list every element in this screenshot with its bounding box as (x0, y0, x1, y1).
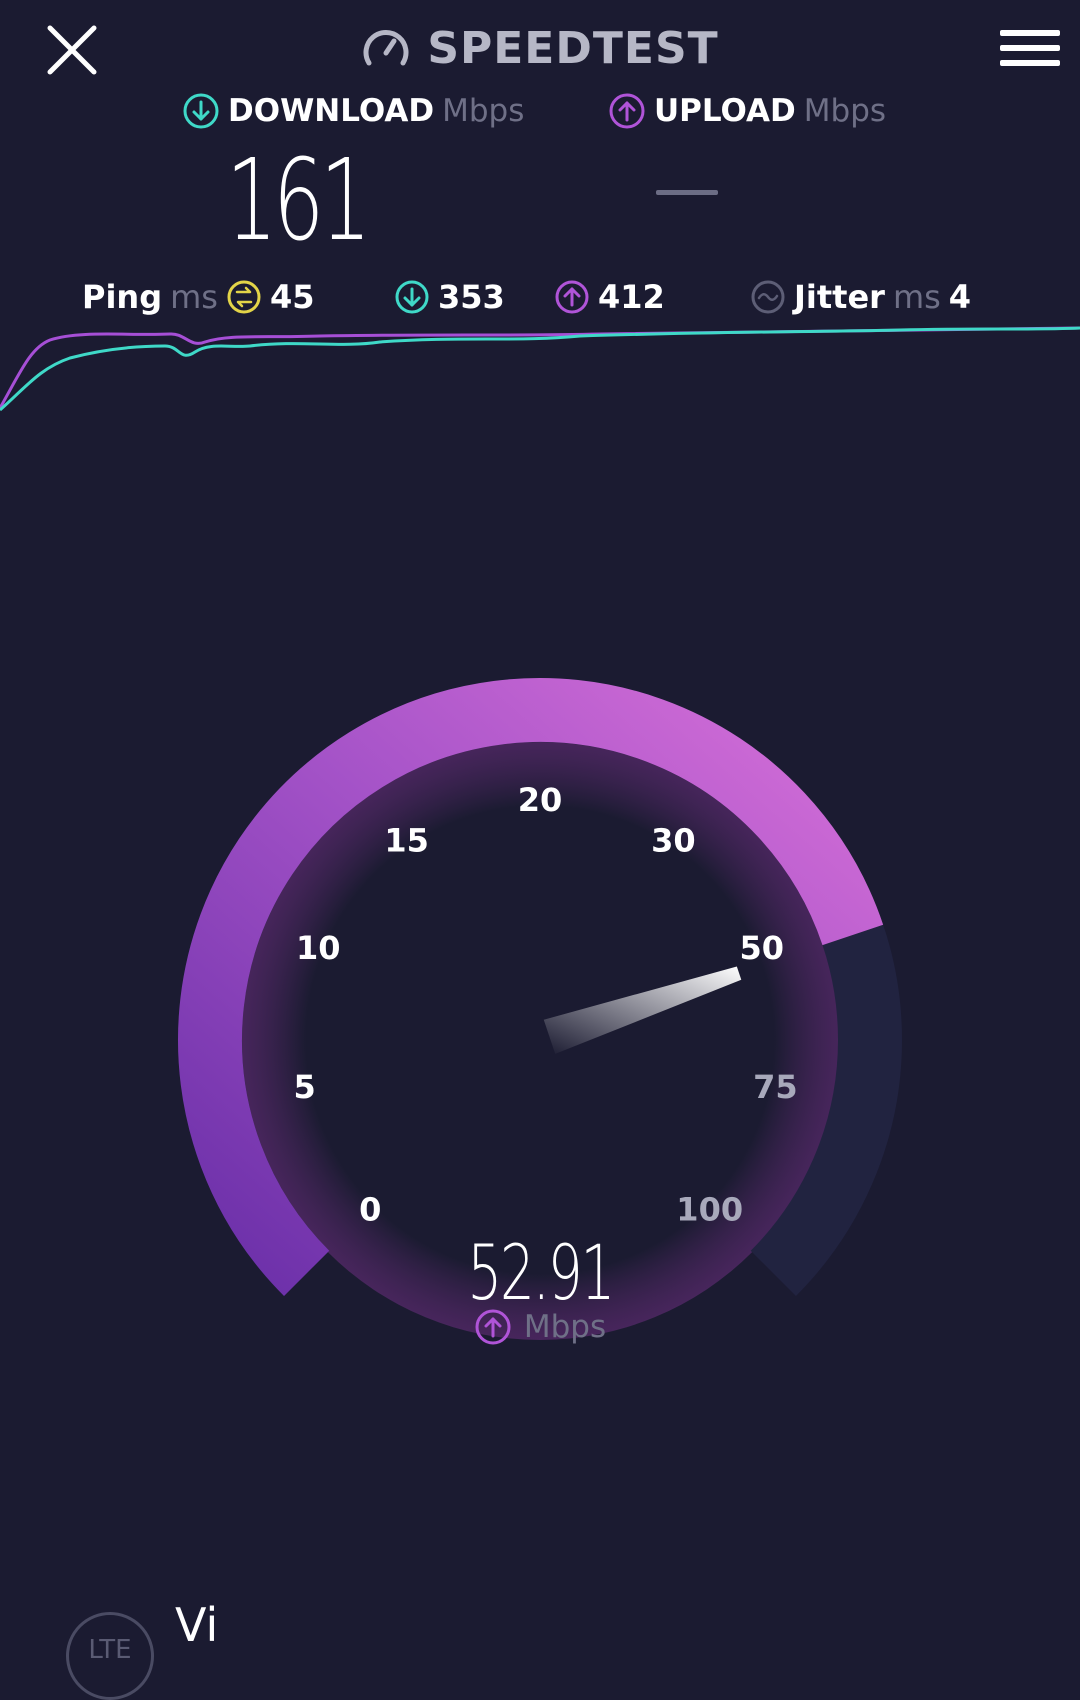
upload-label: UPLOAD (654, 93, 796, 129)
gauge-tick-label: 20 (518, 781, 563, 819)
jitter-label: Jitter (794, 278, 885, 316)
upload-graph-line (0, 326, 1080, 409)
upload-arrow-icon (609, 93, 645, 129)
upload-header: UPLOAD Mbps (608, 92, 886, 130)
upload-latency-item: 412 (554, 278, 665, 316)
app-title: SPEEDTEST (427, 22, 719, 74)
gauge-unit: Mbps (523, 1309, 607, 1345)
speed-graph (0, 326, 1080, 412)
gauge-tick-label: 30 (651, 821, 696, 859)
hamburger-menu-icon[interactable] (996, 20, 1064, 76)
gauge-unit-row: Mbps (0, 1308, 1080, 1346)
jitter-unit: ms (892, 278, 941, 316)
connection-type-badge: LTE (66, 1612, 154, 1700)
download-latency-item: 353 (394, 278, 505, 316)
download-label: DOWNLOAD (228, 93, 435, 129)
ping-label: Ping (82, 278, 163, 316)
download-arrow-icon (183, 93, 219, 129)
jitter-icon (751, 280, 785, 314)
provider-name: Vi (175, 1598, 219, 1652)
ping-value: 45 (269, 278, 315, 316)
gauge-tick-label: 10 (296, 929, 341, 967)
gauge-tick-label: 100 (676, 1191, 743, 1229)
gauge-value-text: 52.91 (467, 1228, 615, 1317)
upload-value-placeholder (656, 190, 718, 195)
gauge-tick-label: 50 (739, 929, 784, 967)
download-header: DOWNLOAD Mbps (182, 92, 524, 130)
ping-icon (227, 280, 261, 314)
gauge-tick-label: 15 (384, 821, 429, 859)
download-graph-line (0, 326, 1080, 412)
download-latency-value: 353 (438, 278, 505, 316)
jitter-item: Jitter ms 4 (750, 278, 971, 316)
gauge-tick-label: 0 (359, 1191, 381, 1229)
upload-arrow-icon (475, 1309, 511, 1345)
gauge-value: 52.91 (0, 1228, 1080, 1317)
jitter-value: 4 (948, 278, 972, 316)
upload-unit: Mbps (803, 93, 887, 129)
speedometer-icon (363, 30, 409, 66)
download-unit: Mbps (442, 93, 525, 129)
download-arrow-icon (395, 280, 429, 314)
gauge-tick-label: 5 (293, 1068, 315, 1106)
upload-arrow-icon (555, 280, 589, 314)
app-title-bar: SPEEDTEST (0, 16, 1080, 80)
gauge-tick-label: 75 (753, 1068, 798, 1106)
upload-latency-value: 412 (598, 278, 665, 316)
ping-item: Ping ms 45 (82, 278, 314, 316)
ping-unit: ms (170, 278, 218, 316)
download-value: 161 (226, 136, 371, 266)
